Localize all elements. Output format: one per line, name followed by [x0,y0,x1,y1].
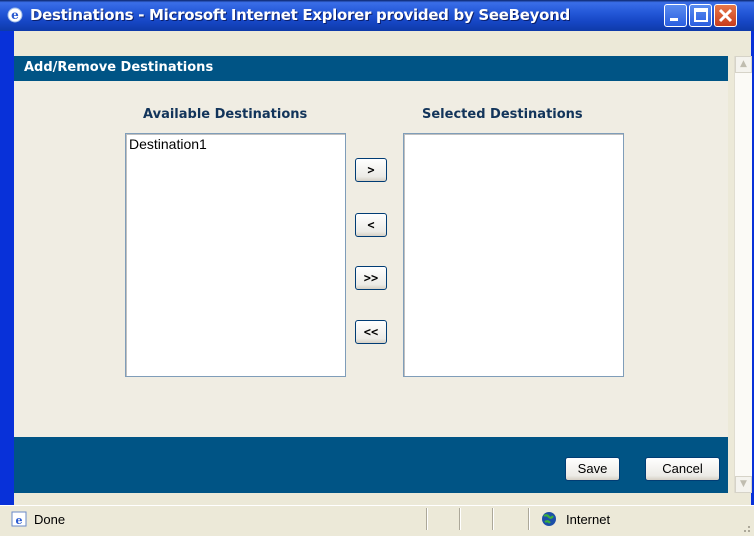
status-bar [0,505,754,536]
add-all-destinations-button[interactable]: >> [355,266,387,290]
svg-text:e: e [11,8,19,22]
window-title: Destinations - Microsoft Internet Explor… [30,6,570,24]
available-destinations-label: Available Destinations [143,107,308,122]
vertical-scrollbar[interactable]: ▲ ▼ [734,56,752,493]
svg-text:e: e [16,514,23,527]
internet-globe-icon [542,512,556,526]
save-button[interactable]: Save [565,457,620,481]
status-text: Done [34,512,66,527]
add-destination-button[interactable]: > [355,158,387,182]
status-divider [459,508,461,530]
close-button[interactable] [714,4,737,27]
status-divider [528,508,530,530]
maximize-button[interactable] [689,4,712,27]
remove-all-destinations-button[interactable]: << [355,320,387,344]
cancel-button[interactable]: Cancel [645,457,720,481]
list-item[interactable]: Destination1 [126,134,345,154]
maximize-icon [694,8,708,22]
available-destinations-list[interactable]: Destination1 [125,133,346,377]
status-divider [492,508,494,530]
scroll-up-button[interactable]: ▲ [735,56,752,73]
selected-destinations-list[interactable] [403,133,624,377]
status-divider [426,508,428,530]
security-zone-text: Internet [566,512,611,527]
top-strip [14,31,751,56]
selected-destinations-label: Selected Destinations [422,107,583,122]
resize-grip-icon[interactable] [738,520,752,534]
close-icon [718,8,733,23]
minimize-icon [670,18,678,21]
scroll-down-button[interactable]: ▼ [735,476,752,493]
window-frame-left [0,31,14,505]
ie-icon: e [7,7,23,23]
dialog-footer-band [14,437,728,493]
remove-destination-button[interactable]: < [355,213,387,237]
dialog-header-title: Add/Remove Destinations [24,60,214,75]
page-done-icon: e [11,511,27,527]
minimize-button[interactable] [664,4,687,27]
title-bar: e Destinations - Microsoft Internet Expl… [0,0,754,31]
